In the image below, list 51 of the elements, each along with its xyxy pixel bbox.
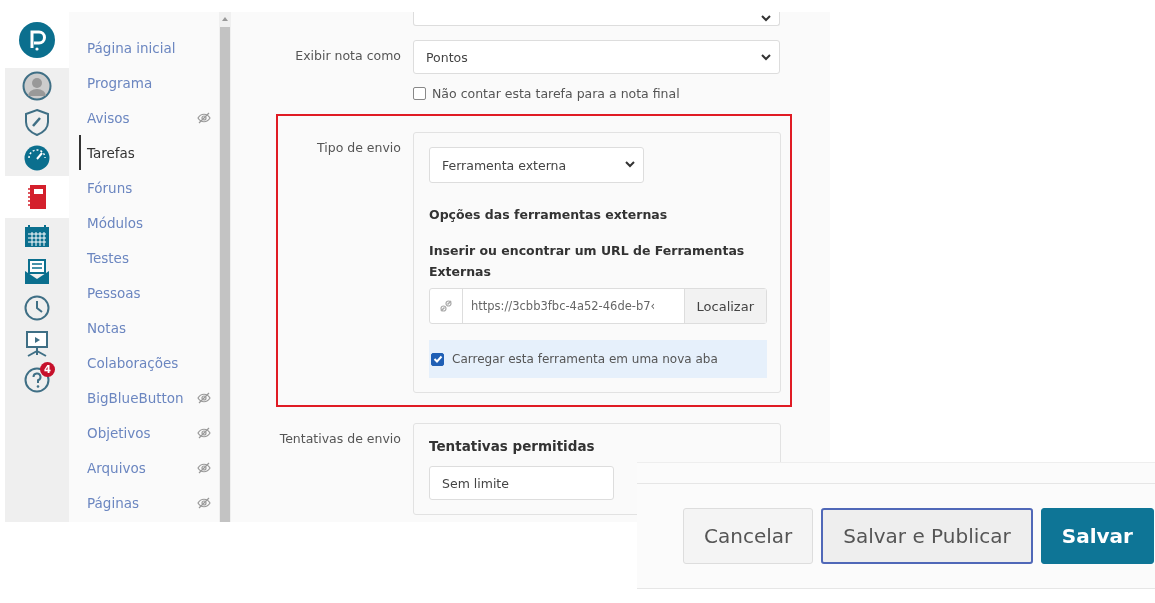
hidden-eye-icon xyxy=(197,111,211,124)
course-nav-link[interactable]: BigBlueButton xyxy=(79,380,219,415)
envelope-icon xyxy=(24,259,50,285)
course-nav-link[interactable]: Páginas xyxy=(79,485,219,520)
chevron-down-icon xyxy=(625,161,635,168)
user-avatar-icon xyxy=(22,71,52,101)
gauge-icon xyxy=(24,145,50,171)
course-nav-link[interactable]: Página inicial xyxy=(79,30,219,65)
course-nav-link[interactable]: Módulos xyxy=(79,205,219,240)
chevron-down-icon xyxy=(761,15,771,22)
logo-icon[interactable] xyxy=(19,22,55,58)
grade-display-select[interactable]: Pontos xyxy=(413,40,780,74)
calendar-icon xyxy=(24,224,50,248)
hidden-eye-icon xyxy=(197,426,211,439)
hidden-eye-icon xyxy=(197,391,211,404)
course-nav-link[interactable]: Colaborações xyxy=(79,345,219,380)
course-nav-link[interactable]: Testes xyxy=(79,240,219,275)
course-nav-link[interactable]: Arquivos xyxy=(79,450,219,485)
course-nav-link[interactable]: Programa xyxy=(79,65,219,100)
submission-type-select[interactable]: Ferramenta externa xyxy=(429,147,644,183)
hidden-eye-icon xyxy=(197,461,211,474)
attempts-select[interactable]: Sem limite xyxy=(429,466,614,500)
hidden-eye-icon xyxy=(197,496,211,509)
monitor-icon xyxy=(24,331,50,357)
course-nav-link[interactable]: Notas xyxy=(79,310,219,345)
field-label: Tentativas de envio xyxy=(278,430,401,448)
global-nav-item[interactable] xyxy=(5,176,69,218)
course-nav-link[interactable]: Fóruns xyxy=(79,170,219,205)
checkbox-label: Carregar esta ferramenta em uma nova aba xyxy=(452,352,718,366)
notification-badge: 4 xyxy=(40,362,55,377)
checkbox[interactable] xyxy=(413,87,426,100)
course-nav-link[interactable]: Objetivos xyxy=(79,415,219,450)
notebook-icon xyxy=(27,184,47,210)
field-label: Exibir nota como xyxy=(294,47,401,65)
chevron-down-icon xyxy=(761,54,771,61)
shield-icon xyxy=(24,108,50,136)
scrollbar[interactable] xyxy=(219,12,231,522)
section-heading: Opções das ferramentas externas xyxy=(429,207,669,222)
url-label: Inserir ou encontrar um URL de Ferramentas Externas xyxy=(429,242,746,281)
field-label: Tipo de envio xyxy=(316,139,401,157)
footer-button[interactable]: Salvar xyxy=(1040,508,1154,564)
course-nav-link[interactable]: Pessoas xyxy=(79,275,219,310)
footer-button[interactable]: Salvar e Publicar xyxy=(821,508,1033,564)
course-nav-link[interactable]: Avisos xyxy=(79,100,219,135)
help-icon xyxy=(24,367,50,393)
checkbox-label: Não contar esta tarefa para a nota final xyxy=(432,86,680,101)
footer-button[interactable]: Cancelar xyxy=(683,508,814,564)
section-heading: Tentativas permitidas xyxy=(429,438,596,454)
clock-icon xyxy=(24,295,50,321)
global-nav-item[interactable]: 4 xyxy=(5,362,69,398)
checkbox[interactable] xyxy=(431,352,444,366)
